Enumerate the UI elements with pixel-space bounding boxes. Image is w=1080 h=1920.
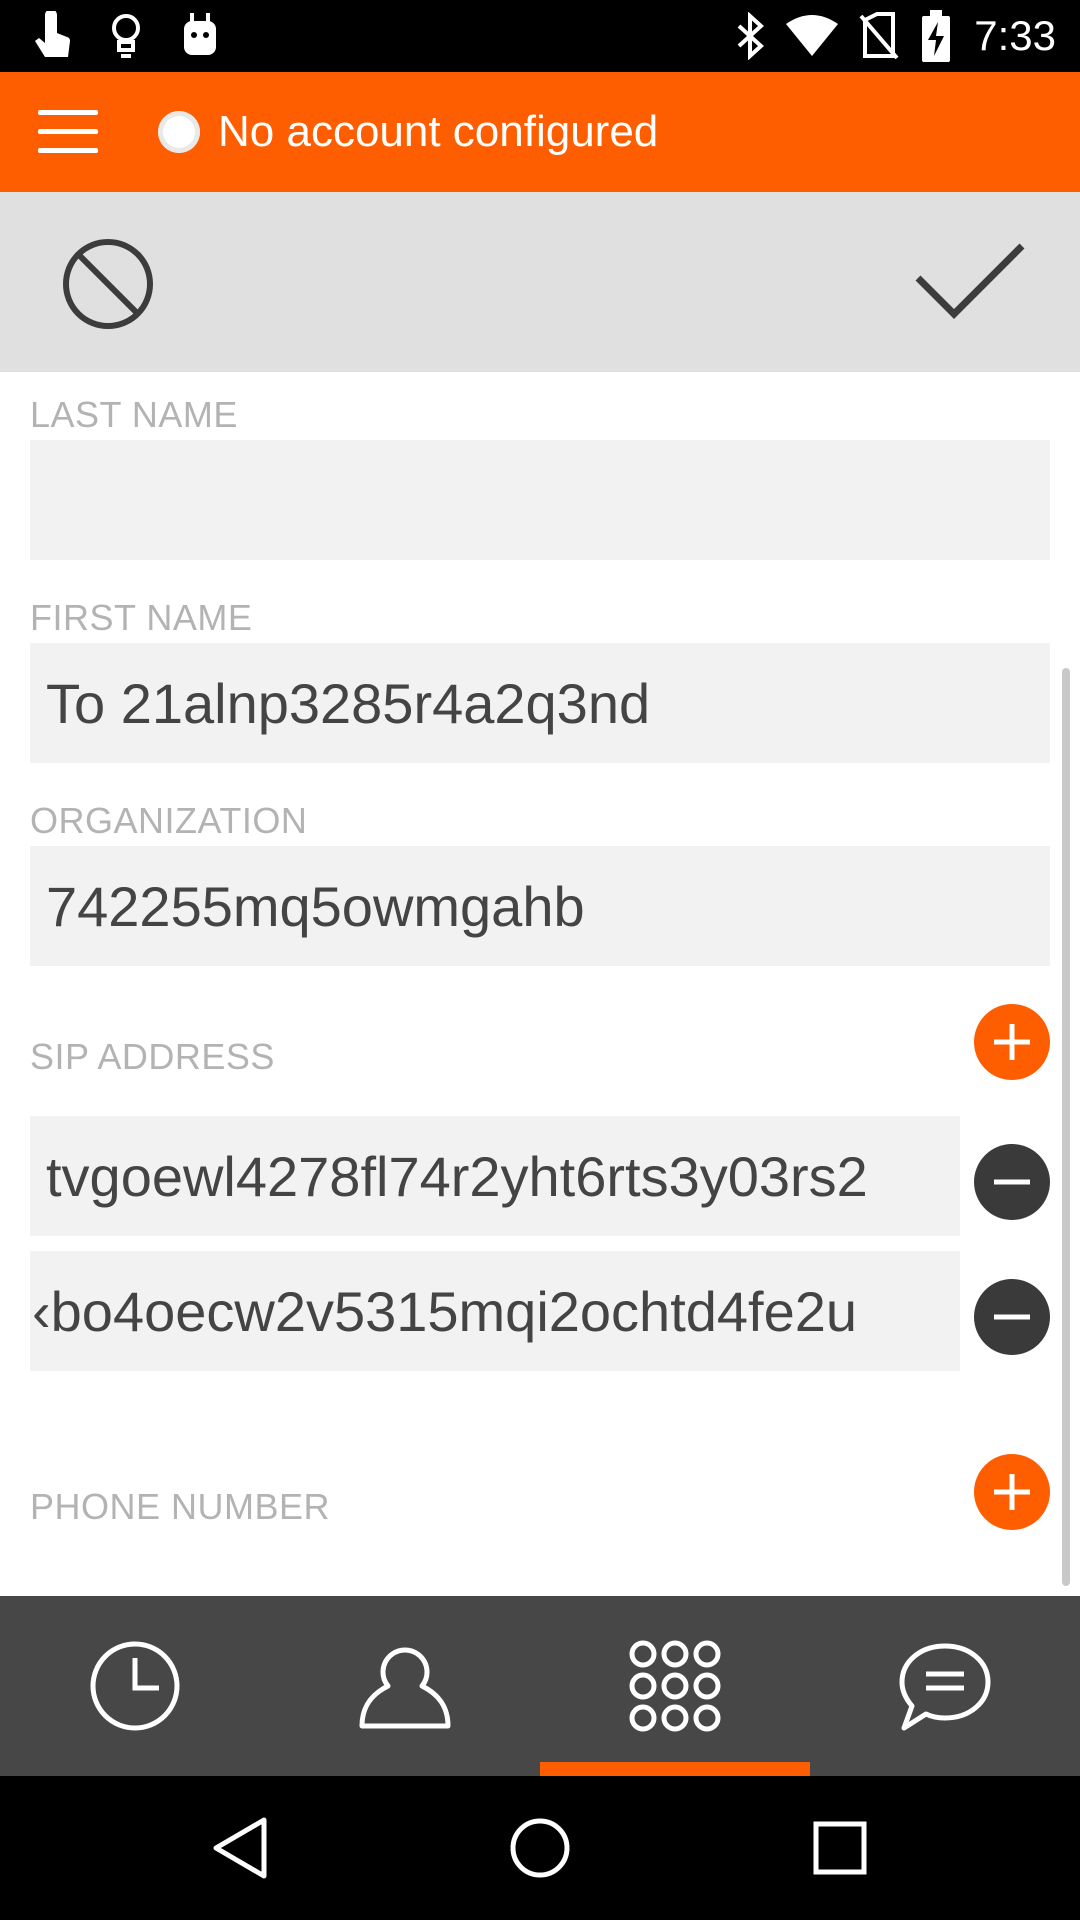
last-name-field[interactable] [30, 440, 1050, 560]
tab-contacts[interactable] [270, 1596, 540, 1776]
first-name-field[interactable]: To 21alnp3285r4a2q3nd [30, 643, 1050, 763]
tab-dialpad[interactable] [540, 1596, 810, 1776]
touch-icon [28, 10, 78, 62]
sip-address-field[interactable]: tvgoewl4278fl74r2yht6rts3y03rs2 [30, 1116, 960, 1236]
plus-icon [994, 1024, 1030, 1060]
scrollbar[interactable] [1062, 668, 1070, 1586]
android-icon [178, 10, 222, 62]
remove-sip-address-button[interactable] [974, 1279, 1050, 1355]
cancel-icon[interactable] [58, 234, 158, 334]
minus-icon [994, 1314, 1030, 1320]
plus-icon [994, 1474, 1030, 1510]
dialpad-icon [629, 1640, 721, 1732]
first-name-value: To 21alnp3285r4a2q3nd [46, 671, 651, 735]
hamburger-menu-icon[interactable] [38, 98, 104, 164]
home-icon[interactable] [500, 1808, 580, 1888]
organization-field[interactable]: 742255mq5owmgahb [30, 846, 1050, 966]
organization-value: 742255mq5owmgahb [46, 874, 585, 938]
history-clock-icon [90, 1641, 180, 1731]
last-name-label: LAST NAME [30, 394, 238, 435]
checkmark-icon[interactable] [910, 238, 1030, 328]
recents-icon[interactable] [800, 1808, 880, 1888]
sip-address-field[interactable]: ‹bo4oecw2v5315mqi2ochtd4fe2u [30, 1251, 960, 1371]
status-time: 7:33 [974, 12, 1056, 59]
sip-address-label: SIP ADDRESS [30, 1036, 275, 1077]
add-sip-address-button[interactable] [974, 1004, 1050, 1080]
phone-number-label: PHONE NUMBER [30, 1486, 331, 1527]
no-sim-icon [856, 10, 902, 62]
first-name-label: FIRST NAME [30, 597, 253, 638]
wifi-icon [782, 10, 842, 62]
bluetooth-icon [728, 10, 772, 62]
battery-charging-icon [916, 10, 956, 62]
remove-sip-address-button[interactable] [974, 1144, 1050, 1220]
sip-address-value: tvgoewl4278fl74r2yht6rts3y03rs2 [46, 1144, 868, 1208]
account-status-indicator[interactable] [158, 111, 200, 153]
selected-tab-indicator [540, 1762, 810, 1776]
chat-icon [899, 1643, 991, 1731]
contacts-person-icon [359, 1647, 451, 1729]
organization-label: ORGANIZATION [30, 800, 308, 841]
account-status-text[interactable]: No account configured [218, 100, 658, 164]
back-icon[interactable] [200, 1808, 280, 1888]
sip-address-value: ‹bo4oecw2v5315mqi2ochtd4fe2u [32, 1279, 858, 1343]
add-phone-number-button[interactable] [974, 1454, 1050, 1530]
lightbulb-icon [104, 10, 148, 62]
tab-history[interactable] [0, 1596, 270, 1776]
tab-chat[interactable] [810, 1596, 1080, 1776]
minus-icon [994, 1179, 1030, 1185]
